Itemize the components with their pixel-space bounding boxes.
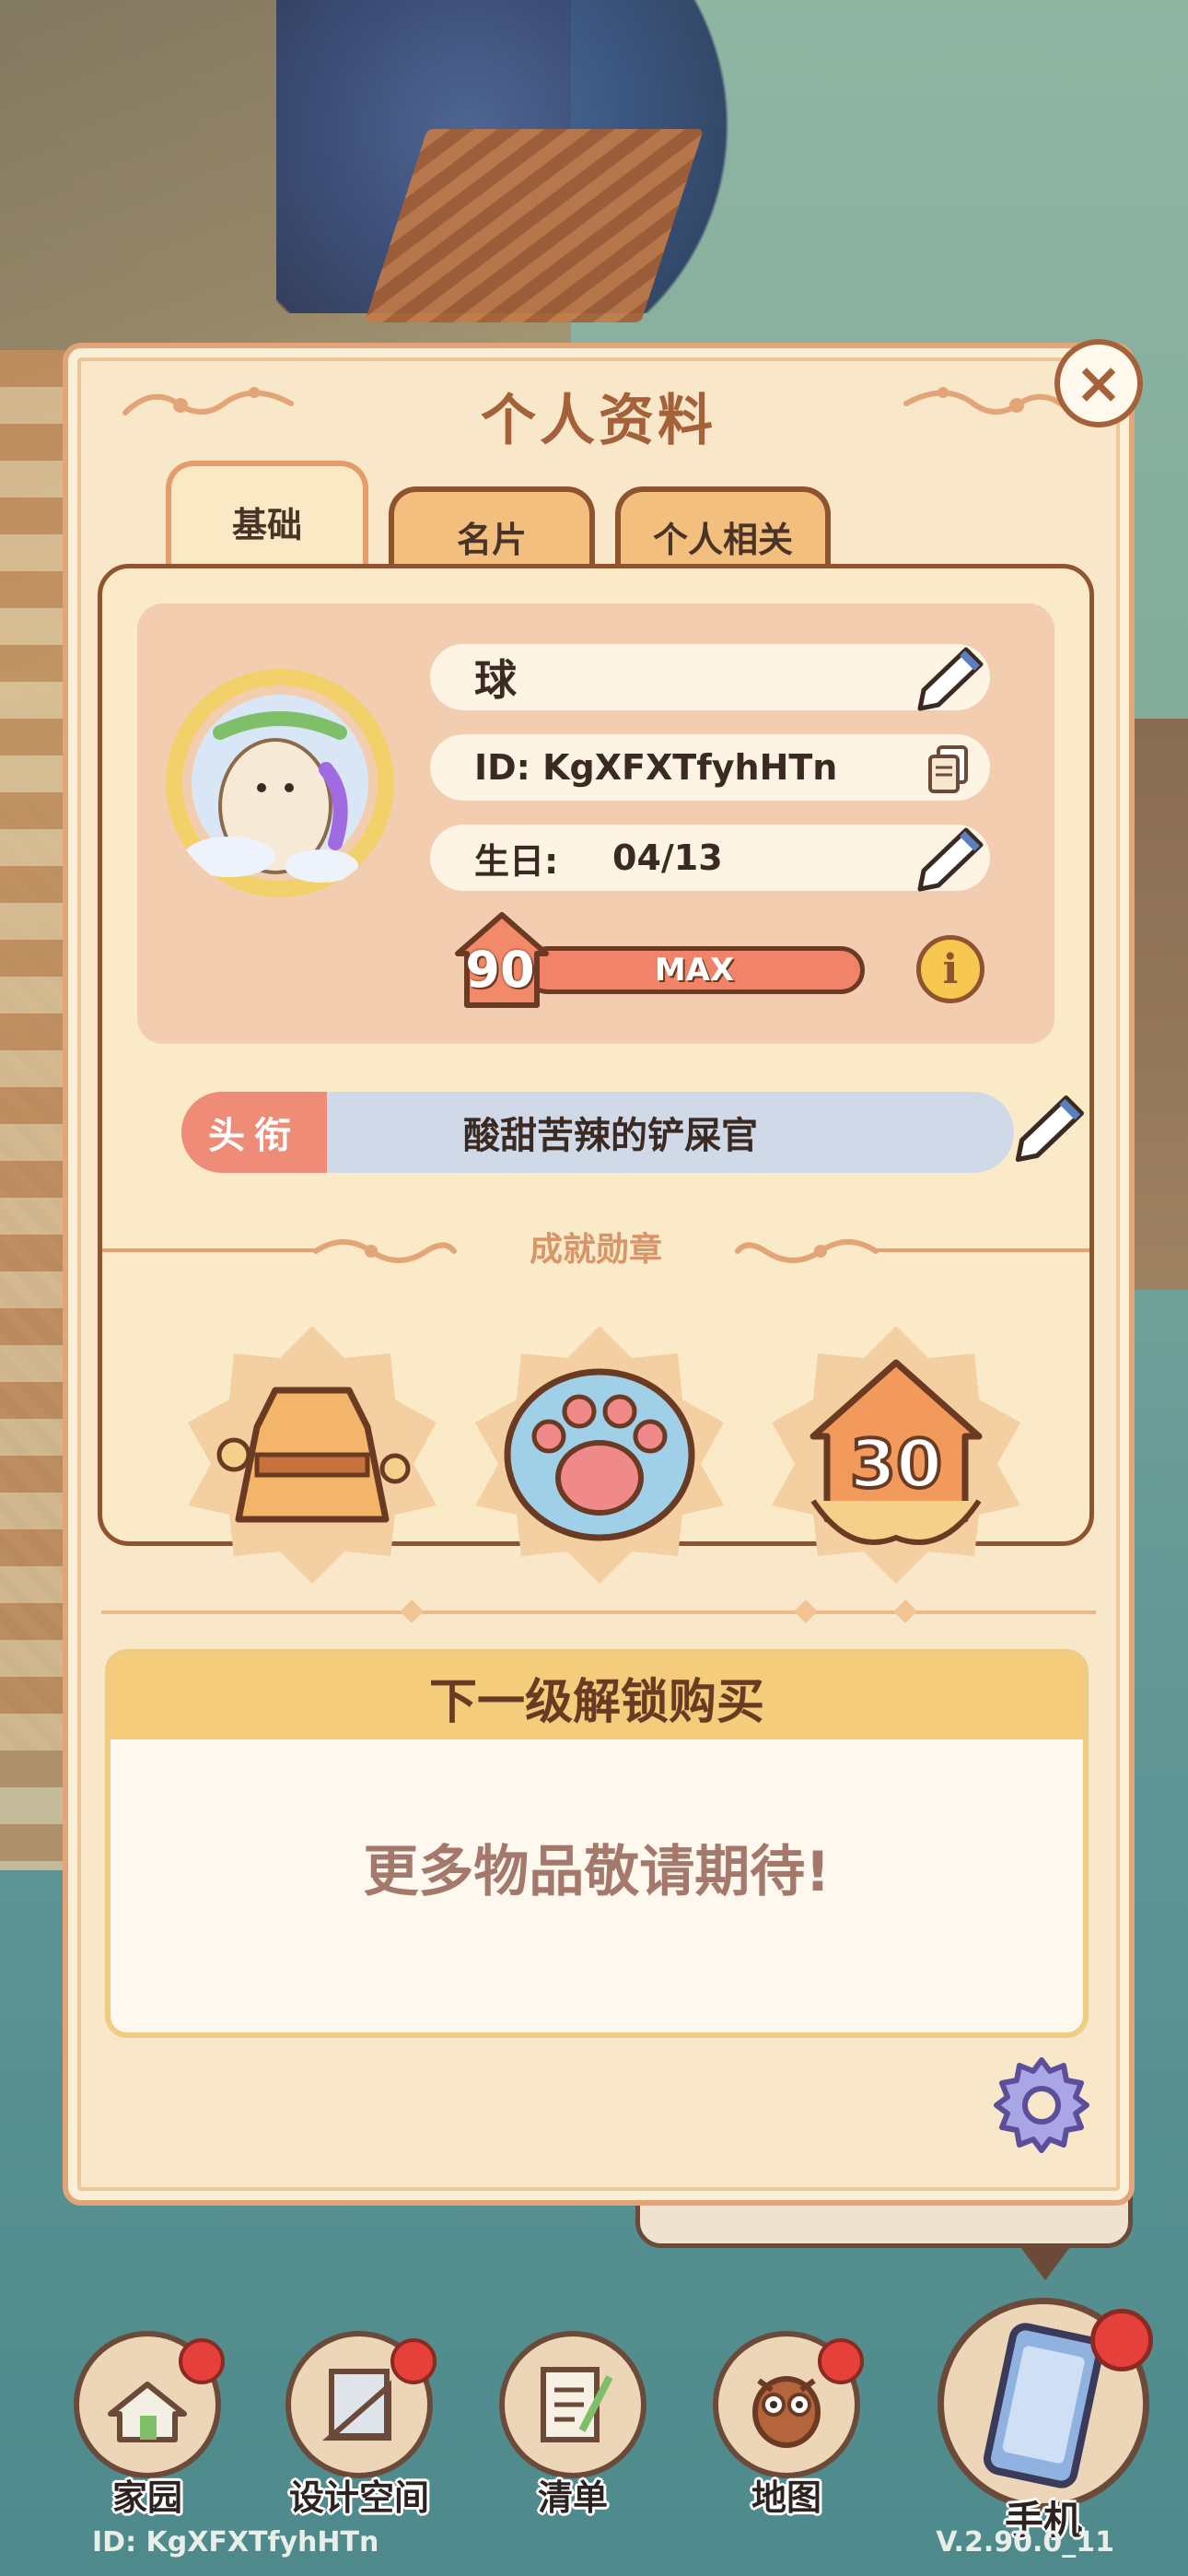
- swirl-right-icon: [735, 1239, 879, 1263]
- separator-diamond: [893, 1599, 917, 1623]
- level-info-button[interactable]: i: [916, 935, 984, 1003]
- notification-badge: [818, 2338, 864, 2384]
- level-30-medal-icon[interactable]: 30: [758, 1317, 1034, 1593]
- dialog-title: 个人资料: [481, 389, 716, 453]
- profile-dialog: 个人资料 基础 名片 个人相关 球 ID: KgXFXTfyhHTn 生日: 0…: [63, 343, 1135, 2206]
- gear-icon[interactable]: [991, 2053, 1092, 2154]
- nav-list[interactable]: 清单: [490, 2331, 656, 2534]
- dress-medal-icon[interactable]: [174, 1317, 450, 1593]
- nav-design-space[interactable]: 设计空间: [276, 2331, 442, 2534]
- avatar[interactable]: [165, 668, 395, 898]
- nav-map[interactable]: 地图: [704, 2331, 869, 2534]
- unlock-message: 更多物品敬请期待!: [363, 1839, 831, 1904]
- medal-level-text: 30: [850, 1425, 942, 1503]
- next-level-unlock-box: 下一级解锁购买 更多物品敬请期待!: [105, 1649, 1089, 2038]
- nav-phone[interactable]: 手机: [938, 2298, 1153, 2556]
- honor-title-row: 头衔 酸甜苦辣的铲屎官: [181, 1092, 1014, 1173]
- nav-list-label: 清单: [537, 2477, 608, 2518]
- edit-pen-icon[interactable]: [911, 637, 994, 720]
- section-separator: [101, 1610, 1096, 1614]
- list-icon: [499, 2331, 646, 2478]
- nav-home[interactable]: 家园: [64, 2331, 230, 2534]
- nav-home-label: 家园: [111, 2477, 182, 2518]
- paw-medal-icon[interactable]: [461, 1317, 738, 1593]
- edit-title-pen-icon[interactable]: [1008, 1084, 1095, 1171]
- id-value: ID: KgXFXTfyhHTn: [474, 747, 838, 788]
- unlock-header: 下一级解锁购买: [111, 1655, 1083, 1739]
- birthday-value: 04/13: [612, 837, 723, 878]
- background-left-wall: [0, 350, 64, 1870]
- id-field: ID: KgXFXTfyhHTn: [430, 734, 990, 801]
- notification-badge: [1090, 2309, 1153, 2371]
- name-value: 球: [474, 655, 517, 705]
- basic-panel: 球 ID: KgXFXTfyhHTn 生日: 04/13 MAX 90 i 头衔…: [98, 564, 1095, 1584]
- notification-badge: [390, 2338, 437, 2384]
- tab-basic[interactable]: 基础: [166, 461, 368, 577]
- profile-card: 球 ID: KgXFXTfyhHTn 生日: 04/13 MAX 90 i: [137, 603, 1054, 1044]
- birthday-field[interactable]: 生日: 04/13: [430, 825, 990, 892]
- name-field[interactable]: 球: [430, 644, 990, 711]
- honor-title-value: 酸甜苦辣的铲屎官: [463, 1115, 758, 1157]
- achievement-divider-right: [876, 1248, 1089, 1252]
- level-bar: MAX: [524, 946, 865, 994]
- nav-design-label: 设计空间: [288, 2477, 429, 2518]
- edit-pen-icon[interactable]: [911, 817, 994, 900]
- footer-user-id: ID: KgXFXTfyhHTn: [92, 2526, 379, 2558]
- nav-map-label: 地图: [751, 2477, 821, 2518]
- level-number: 90: [465, 941, 535, 999]
- separator-diamond: [400, 1599, 424, 1623]
- achievement-section-label: 成就勋章: [529, 1231, 662, 1269]
- background-right-wall: [1128, 719, 1188, 1290]
- copy-icon[interactable]: [927, 745, 970, 793]
- honor-title-tag: 头衔: [181, 1092, 327, 1173]
- footer-version: V.2.90.0_11: [936, 2526, 1114, 2558]
- close-button[interactable]: ×: [1054, 339, 1143, 427]
- notification-badge: [179, 2338, 225, 2384]
- separator-diamond: [794, 1599, 818, 1623]
- birthday-label: 生日:: [474, 840, 559, 882]
